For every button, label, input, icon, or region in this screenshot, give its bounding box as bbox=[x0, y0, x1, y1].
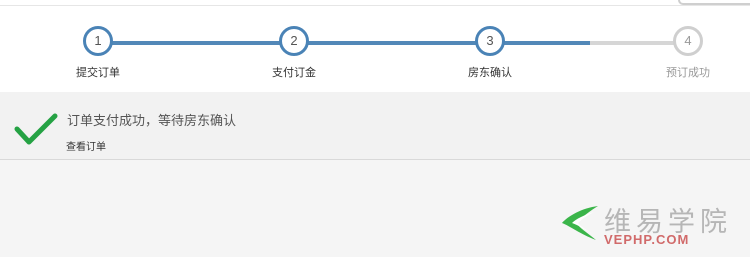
step-submit-order: 1 提交订单 bbox=[48, 26, 148, 80]
watermark-subtext: VEPHP.COM bbox=[604, 232, 690, 247]
watermark-logo-icon bbox=[562, 206, 598, 240]
step-label: 支付订金 bbox=[272, 67, 316, 79]
step-circle: 4 bbox=[673, 26, 703, 56]
step-circle: 3 bbox=[475, 26, 505, 56]
step-circle: 2 bbox=[279, 26, 309, 56]
step-circle: 1 bbox=[83, 26, 113, 56]
order-progress-steps: 1 提交订单 2 支付订金 3 房东确认 4 预订成功 bbox=[0, 6, 750, 92]
step-host-confirm: 3 房东确认 bbox=[440, 26, 540, 80]
view-order-link[interactable]: 查看订单 bbox=[66, 138, 106, 153]
site-watermark: 维易学院 VEPHP.COM bbox=[560, 196, 740, 251]
step-booking-success: 4 预订成功 bbox=[638, 26, 738, 80]
step-label: 房东确认 bbox=[468, 67, 512, 79]
payment-success-message: 订单支付成功，等待房东确认 bbox=[67, 113, 237, 128]
top-right-tab-edge bbox=[678, 0, 750, 5]
check-icon bbox=[14, 113, 58, 145]
payment-result-panel: 订单支付成功，等待房东确认 查看订单 bbox=[0, 92, 750, 160]
step-label: 提交订单 bbox=[76, 67, 120, 79]
step-label: 预订成功 bbox=[666, 67, 710, 79]
step-pay-deposit: 2 支付订金 bbox=[244, 26, 344, 80]
